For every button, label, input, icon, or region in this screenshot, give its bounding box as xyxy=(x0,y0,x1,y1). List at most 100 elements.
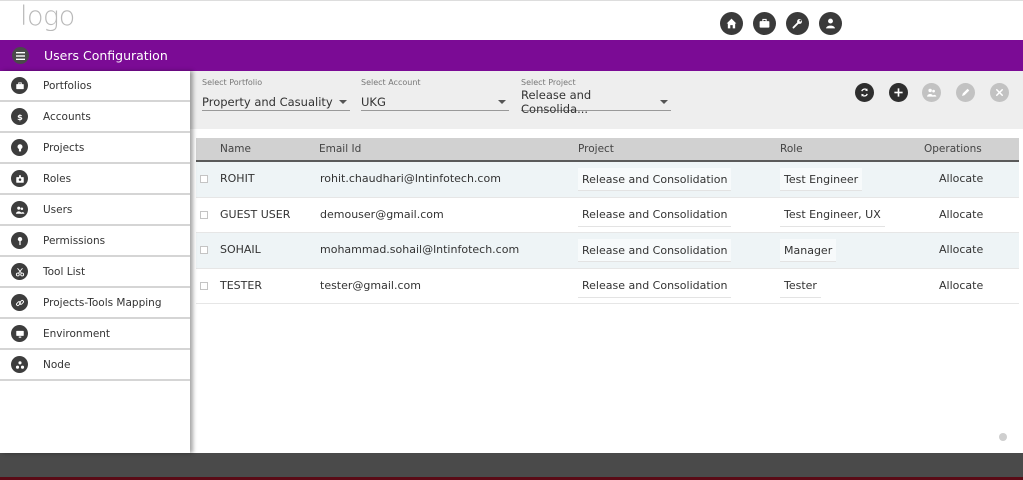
column-header-operations: Operations xyxy=(924,143,982,155)
nodes-icon xyxy=(11,356,28,373)
sidebar-item-label: Roles xyxy=(43,172,72,185)
table-row[interactable]: GUEST USER demouser@gmail.com Release an… xyxy=(196,198,1019,233)
sidebar-item-roles[interactable]: Roles xyxy=(0,164,190,195)
scissors-icon xyxy=(11,263,28,280)
page-title: Users Configuration xyxy=(44,48,168,63)
role-cell[interactable]: Tester xyxy=(780,274,821,298)
row-checkbox[interactable] xyxy=(200,210,208,219)
row-checkbox[interactable] xyxy=(200,175,208,183)
project-cell[interactable]: Release and Consolidation xyxy=(578,203,732,227)
sidebar-item-label: Tool List xyxy=(43,265,86,278)
user-email: mohammad.sohail@lntinfotech.com xyxy=(320,243,520,256)
add-user-icon xyxy=(927,88,937,97)
portfolio-select-value: Property and Casuality xyxy=(202,94,333,109)
column-header-name[interactable]: Name xyxy=(220,143,251,155)
project-filter: Select Project Release and Consolida... xyxy=(521,78,671,116)
user-email: tester@gmail.com xyxy=(320,278,421,292)
allocate-link[interactable]: Allocate xyxy=(939,279,983,292)
user-name: GUEST USER xyxy=(220,207,291,221)
account-filter: Select Account UKG xyxy=(361,78,509,111)
allocate-link[interactable]: Allocate xyxy=(939,208,983,221)
project-cell[interactable]: Release and Consolidation xyxy=(578,168,732,191)
footer-bar xyxy=(0,453,1023,480)
add-button[interactable] xyxy=(889,83,908,102)
dollar-icon: $ xyxy=(11,108,28,125)
wrench-icon[interactable] xyxy=(786,12,809,35)
edit-button[interactable] xyxy=(956,83,975,102)
table-row[interactable]: TESTER tester@gmail.com Release and Cons… xyxy=(196,269,1019,304)
project-cell[interactable]: Release and Consolidation xyxy=(578,239,732,262)
column-header-email[interactable]: Email Id xyxy=(319,143,361,155)
project-cell[interactable]: Release and Consolidation xyxy=(578,274,732,298)
badge-icon xyxy=(11,170,28,187)
row-checkbox[interactable] xyxy=(200,246,208,254)
close-icon xyxy=(995,88,1004,97)
close-button[interactable] xyxy=(990,83,1009,102)
sync-button[interactable] xyxy=(855,83,874,102)
user-email: demouser@gmail.com xyxy=(320,207,444,221)
link-icon xyxy=(11,294,28,311)
sidebar-item-accounts[interactable]: $ Accounts xyxy=(0,102,190,133)
sidebar-item-label: Node xyxy=(43,358,71,371)
table-row[interactable]: SOHAIL mohammad.sohail@lntinfotech.com R… xyxy=(196,233,1019,269)
add-icon xyxy=(894,88,903,97)
user-icon[interactable] xyxy=(819,12,842,35)
column-header-project[interactable]: Project xyxy=(578,143,614,155)
sidebar-item-environment[interactable]: Environment xyxy=(0,319,190,350)
lightbulb-icon xyxy=(11,139,28,156)
logo: logo xyxy=(20,1,75,32)
svg-text:$: $ xyxy=(17,112,23,122)
project-select-value: Release and Consolida... xyxy=(521,87,592,116)
user-email: rohit.chaudhari@lntinfotech.com xyxy=(320,172,501,185)
key-icon xyxy=(11,232,28,249)
table-row[interactable]: ROHIT rohit.chaudhari@lntinfotech.com Re… xyxy=(196,162,1019,198)
top-bar: logo xyxy=(0,0,1023,40)
sidebar-item-tool-list[interactable]: Tool List xyxy=(0,257,190,288)
edit-icon xyxy=(962,88,970,96)
account-select-value: UKG xyxy=(361,94,386,109)
sidebar-item-projects[interactable]: Projects xyxy=(0,133,190,164)
account-select[interactable]: UKG xyxy=(361,93,509,111)
portfolio-filter: Select Portfolio Property and Casuality xyxy=(202,78,350,111)
users-table: Name Email Id Project Role Operations RO… xyxy=(196,138,1019,304)
title-bar: Users Configuration xyxy=(0,40,1023,71)
role-cell[interactable]: Test Engineer xyxy=(780,168,863,191)
chevron-down-icon xyxy=(660,99,668,104)
filter-bar: Select Portfolio Property and Casuality … xyxy=(190,71,1023,129)
sidebar-item-permissions[interactable]: Permissions xyxy=(0,226,190,257)
users-icon xyxy=(11,201,28,218)
project-select[interactable]: Release and Consolida... xyxy=(521,88,671,116)
allocate-link[interactable]: Allocate xyxy=(939,243,983,256)
row-checkbox[interactable] xyxy=(200,281,208,290)
sync-icon xyxy=(861,88,868,97)
monitor-icon xyxy=(11,325,28,342)
sidebar-item-label: Accounts xyxy=(43,110,91,123)
allocate-link[interactable]: Allocate xyxy=(939,172,983,185)
role-cell[interactable]: Manager xyxy=(780,239,837,262)
portfolio-filter-label: Select Portfolio xyxy=(202,78,263,87)
chevron-down-icon xyxy=(498,99,506,104)
column-header-role[interactable]: Role xyxy=(780,143,803,155)
role-cell[interactable]: Test Engineer, UX xyxy=(780,203,885,227)
portfolio-select[interactable]: Property and Casuality xyxy=(202,93,350,111)
table-header: Name Email Id Project Role Operations xyxy=(196,138,1019,162)
sidebar-item-users[interactable]: Users xyxy=(0,195,190,226)
scroll-indicator[interactable] xyxy=(999,433,1007,441)
sidebar-item-label: Portfolios xyxy=(43,79,92,92)
home-icon[interactable] xyxy=(720,12,743,35)
sidebar-item-projects-tools-mapping[interactable]: Projects-Tools Mapping xyxy=(0,288,190,319)
briefcase-icon xyxy=(11,77,28,94)
top-icon-group xyxy=(720,12,842,35)
sidebar-item-node[interactable]: Node xyxy=(0,350,190,381)
briefcase-icon[interactable] xyxy=(753,12,776,35)
hamburger-menu-icon[interactable] xyxy=(12,47,29,64)
sidebar-item-portfolios[interactable]: Portfolios xyxy=(0,71,190,102)
account-filter-label: Select Account xyxy=(361,78,421,87)
user-name: TESTER xyxy=(220,278,262,292)
sidebar-item-label: Projects-Tools Mapping xyxy=(43,296,162,309)
add-user-button[interactable] xyxy=(922,83,941,102)
chevron-down-icon xyxy=(339,99,347,104)
sidebar-item-label: Environment xyxy=(43,327,111,340)
sidebar-item-label: Projects xyxy=(43,141,85,154)
user-name: SOHAIL xyxy=(220,243,261,256)
